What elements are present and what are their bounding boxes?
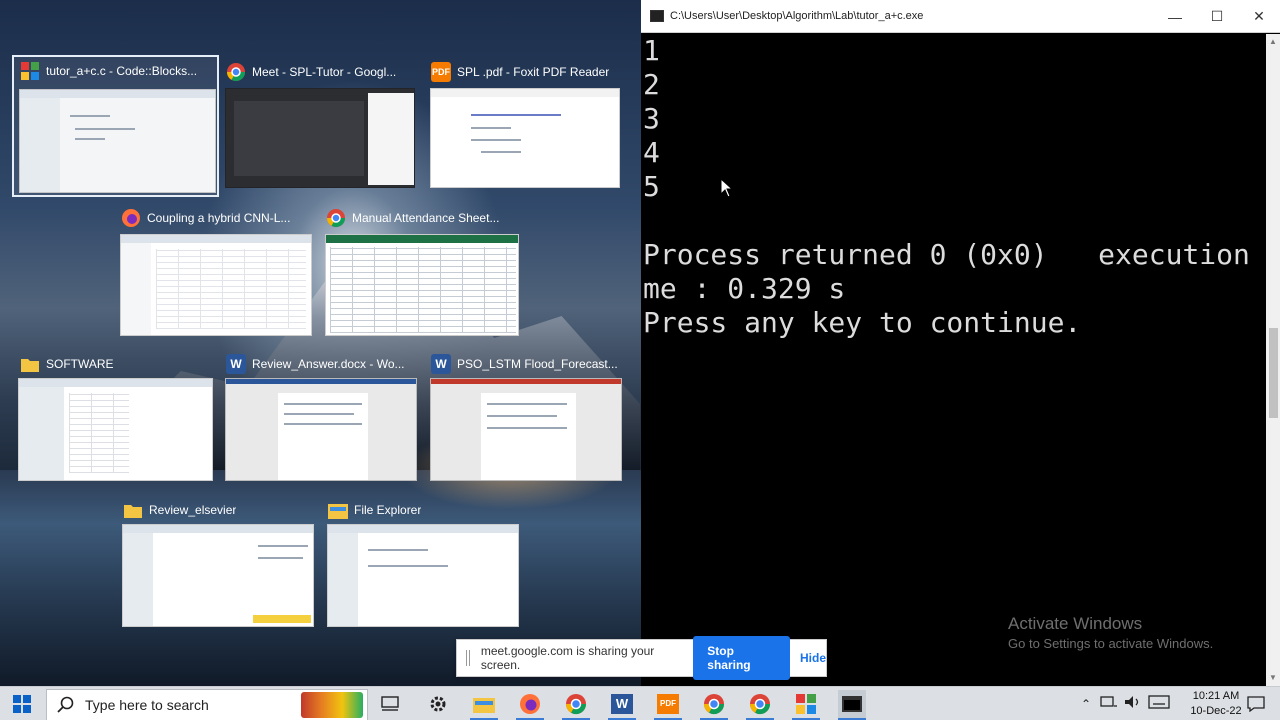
scroll-up-icon[interactable]: ▲ [1268, 37, 1278, 47]
chrome-meet-taskbar-icon[interactable] [746, 690, 774, 718]
console-app-icon [650, 10, 664, 22]
task-view-window-meet[interactable]: Meet - SPL-Tutor - Googl... [220, 58, 420, 193]
task-view-window-pso-lstm[interactable]: W PSO_LSTM Flood_Forecast... [425, 350, 625, 483]
minimize-icon[interactable]: — [1154, 0, 1196, 33]
close-icon[interactable]: ✕ [1238, 0, 1280, 33]
settings-icon[interactable] [424, 690, 452, 718]
taskbar: Type here to search W PDF ⌃ 10:21 AM 10-… [0, 686, 1280, 720]
chevron-up-icon[interactable]: ⌃ [1076, 697, 1096, 711]
task-view-window-software-folder[interactable]: SOFTWARE [14, 350, 214, 483]
screen-share-bar: meet.google.com is sharing your screen. … [456, 636, 827, 680]
window-title: SOFTWARE [46, 357, 114, 371]
window-title: Manual Attendance Sheet... [352, 211, 500, 225]
search-placeholder: Type here to search [85, 697, 209, 713]
console-output: 1 2 3 4 5 Process returned 0 (0x0) execu… [643, 34, 1280, 339]
windows-icon [13, 695, 31, 713]
file-explorer-icon [328, 500, 348, 520]
watermark-title: Activate Windows [1008, 614, 1143, 633]
chrome-icon [226, 62, 246, 82]
maximize-icon[interactable]: ☐ [1196, 0, 1238, 33]
codeblocks-taskbar-icon[interactable] [792, 690, 820, 718]
hide-button[interactable]: Hide [800, 651, 826, 665]
window-title: SPL .pdf - Foxit PDF Reader [457, 65, 610, 79]
window-title: Meet - SPL-Tutor - Googl... [252, 65, 397, 79]
window-title: tutor_a+c.c - Code::Blocks... [46, 64, 198, 78]
watermark-subtitle: Go to Settings to activate Windows. [1008, 636, 1214, 651]
task-view-window-foxit[interactable]: PDF SPL .pdf - Foxit PDF Reader [425, 58, 625, 193]
keyboard-icon[interactable] [1148, 694, 1172, 714]
firefox-taskbar-icon[interactable] [516, 690, 544, 718]
chrome-taskbar-icon[interactable] [562, 690, 590, 718]
system-tray: ⌃ [1076, 687, 1172, 720]
window-title: File Explorer [354, 503, 422, 517]
word-taskbar-icon[interactable]: W [608, 690, 636, 718]
scroll-down-icon[interactable]: ▼ [1268, 673, 1278, 683]
share-message: meet.google.com is sharing your screen. [480, 644, 655, 672]
chrome-profile-taskbar-icon[interactable] [700, 690, 728, 718]
drag-handle-icon[interactable] [466, 650, 470, 666]
scrollbar-thumb[interactable] [1269, 328, 1278, 418]
volume-icon[interactable] [1124, 695, 1142, 714]
task-view-window-review-elsevier[interactable]: Review_elsevier [117, 496, 317, 629]
foxit-taskbar-icon[interactable]: PDF [654, 690, 682, 718]
task-view-window-file-explorer[interactable]: File Explorer [322, 496, 522, 629]
search-icon [57, 696, 74, 713]
chrome-icon [326, 208, 346, 228]
console-titlebar[interactable]: C:\Users\User\Desktop\Algorithm\Lab\tuto… [641, 0, 1280, 33]
task-view-window-codeblocks[interactable]: tutor_a+c.c - Code::Blocks... [12, 55, 219, 197]
window-title: PSO_LSTM Flood_Forecast... [457, 357, 618, 371]
mouse-pointer-icon [720, 178, 734, 198]
task-view-window-firefox[interactable]: Coupling a hybrid CNN-L... [115, 204, 315, 338]
console-title: C:\Users\User\Desktop\Algorithm\Lab\tuto… [670, 10, 924, 22]
search-highlight-icon [301, 692, 363, 718]
network-icon[interactable] [1100, 695, 1118, 714]
firefox-icon [121, 208, 141, 228]
window-title: Review_Answer.docx - Wo... [252, 357, 405, 371]
task-view-window-attendance[interactable]: Manual Attendance Sheet... [320, 204, 522, 338]
foxit-icon: PDF [431, 62, 451, 82]
console-scrollbar[interactable]: ▲ ▼ [1266, 34, 1280, 686]
word-icon: W [226, 354, 246, 374]
console-taskbar-icon[interactable] [838, 690, 866, 718]
task-view-icon[interactable] [376, 690, 404, 718]
window-title: Coupling a hybrid CNN-L... [147, 211, 291, 225]
task-view: tutor_a+c.c - Code::Blocks... Meet - SPL… [0, 0, 641, 686]
codeblocks-icon [20, 61, 40, 81]
window-title: Review_elsevier [149, 503, 237, 517]
word-icon: W [431, 354, 451, 374]
taskbar-search[interactable]: Type here to search [46, 689, 368, 720]
console-window[interactable]: C:\Users\User\Desktop\Algorithm\Lab\tuto… [641, 0, 1280, 686]
start-button[interactable] [0, 687, 44, 720]
file-explorer-taskbar-icon[interactable] [470, 690, 498, 718]
folder-icon [123, 500, 143, 520]
notification-icon[interactable] [1242, 690, 1270, 718]
folder-icon [20, 354, 40, 374]
stop-sharing-button[interactable]: Stop sharing [693, 636, 790, 680]
task-view-window-review-answer[interactable]: W Review_Answer.docx - Wo... [220, 350, 420, 483]
activate-windows-watermark: Activate Windows Go to Settings to activ… [1008, 614, 1213, 651]
